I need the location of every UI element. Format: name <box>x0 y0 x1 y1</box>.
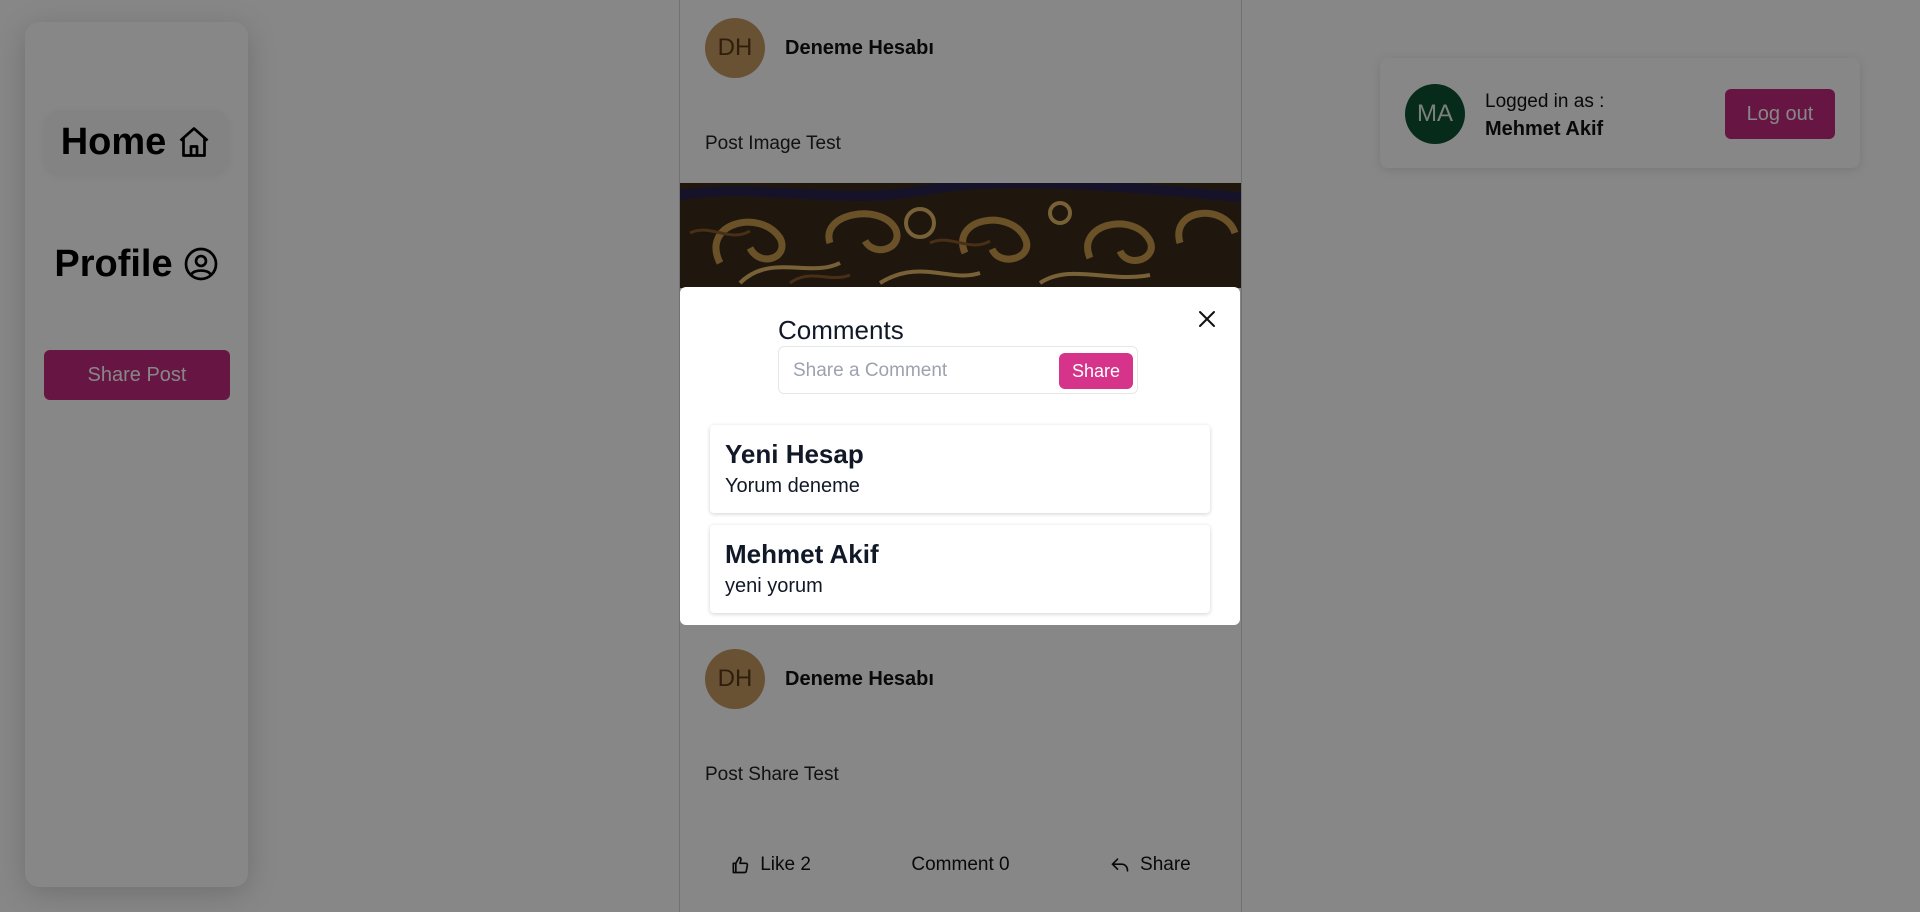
close-icon <box>1199 311 1215 327</box>
modal-title: Comments <box>778 315 904 345</box>
comment-card: Yeni Hesap Yorum deneme <box>710 425 1210 513</box>
close-button[interactable] <box>1192 304 1222 334</box>
comment-author: Yeni Hesap <box>725 439 864 469</box>
comment-card: Mehmet Akif yeni yorum <box>710 525 1210 613</box>
comments-modal: Comments Share Yeni Hesap Yorum deneme M… <box>680 287 1240 625</box>
comment-form: Share <box>778 346 1138 394</box>
comment-text: Yorum deneme <box>725 475 860 497</box>
comment-input[interactable] <box>791 355 1045 387</box>
comment-text: yeni yorum <box>725 575 823 597</box>
comment-share-button[interactable]: Share <box>1059 353 1133 389</box>
comment-author: Mehmet Akif <box>725 539 879 569</box>
